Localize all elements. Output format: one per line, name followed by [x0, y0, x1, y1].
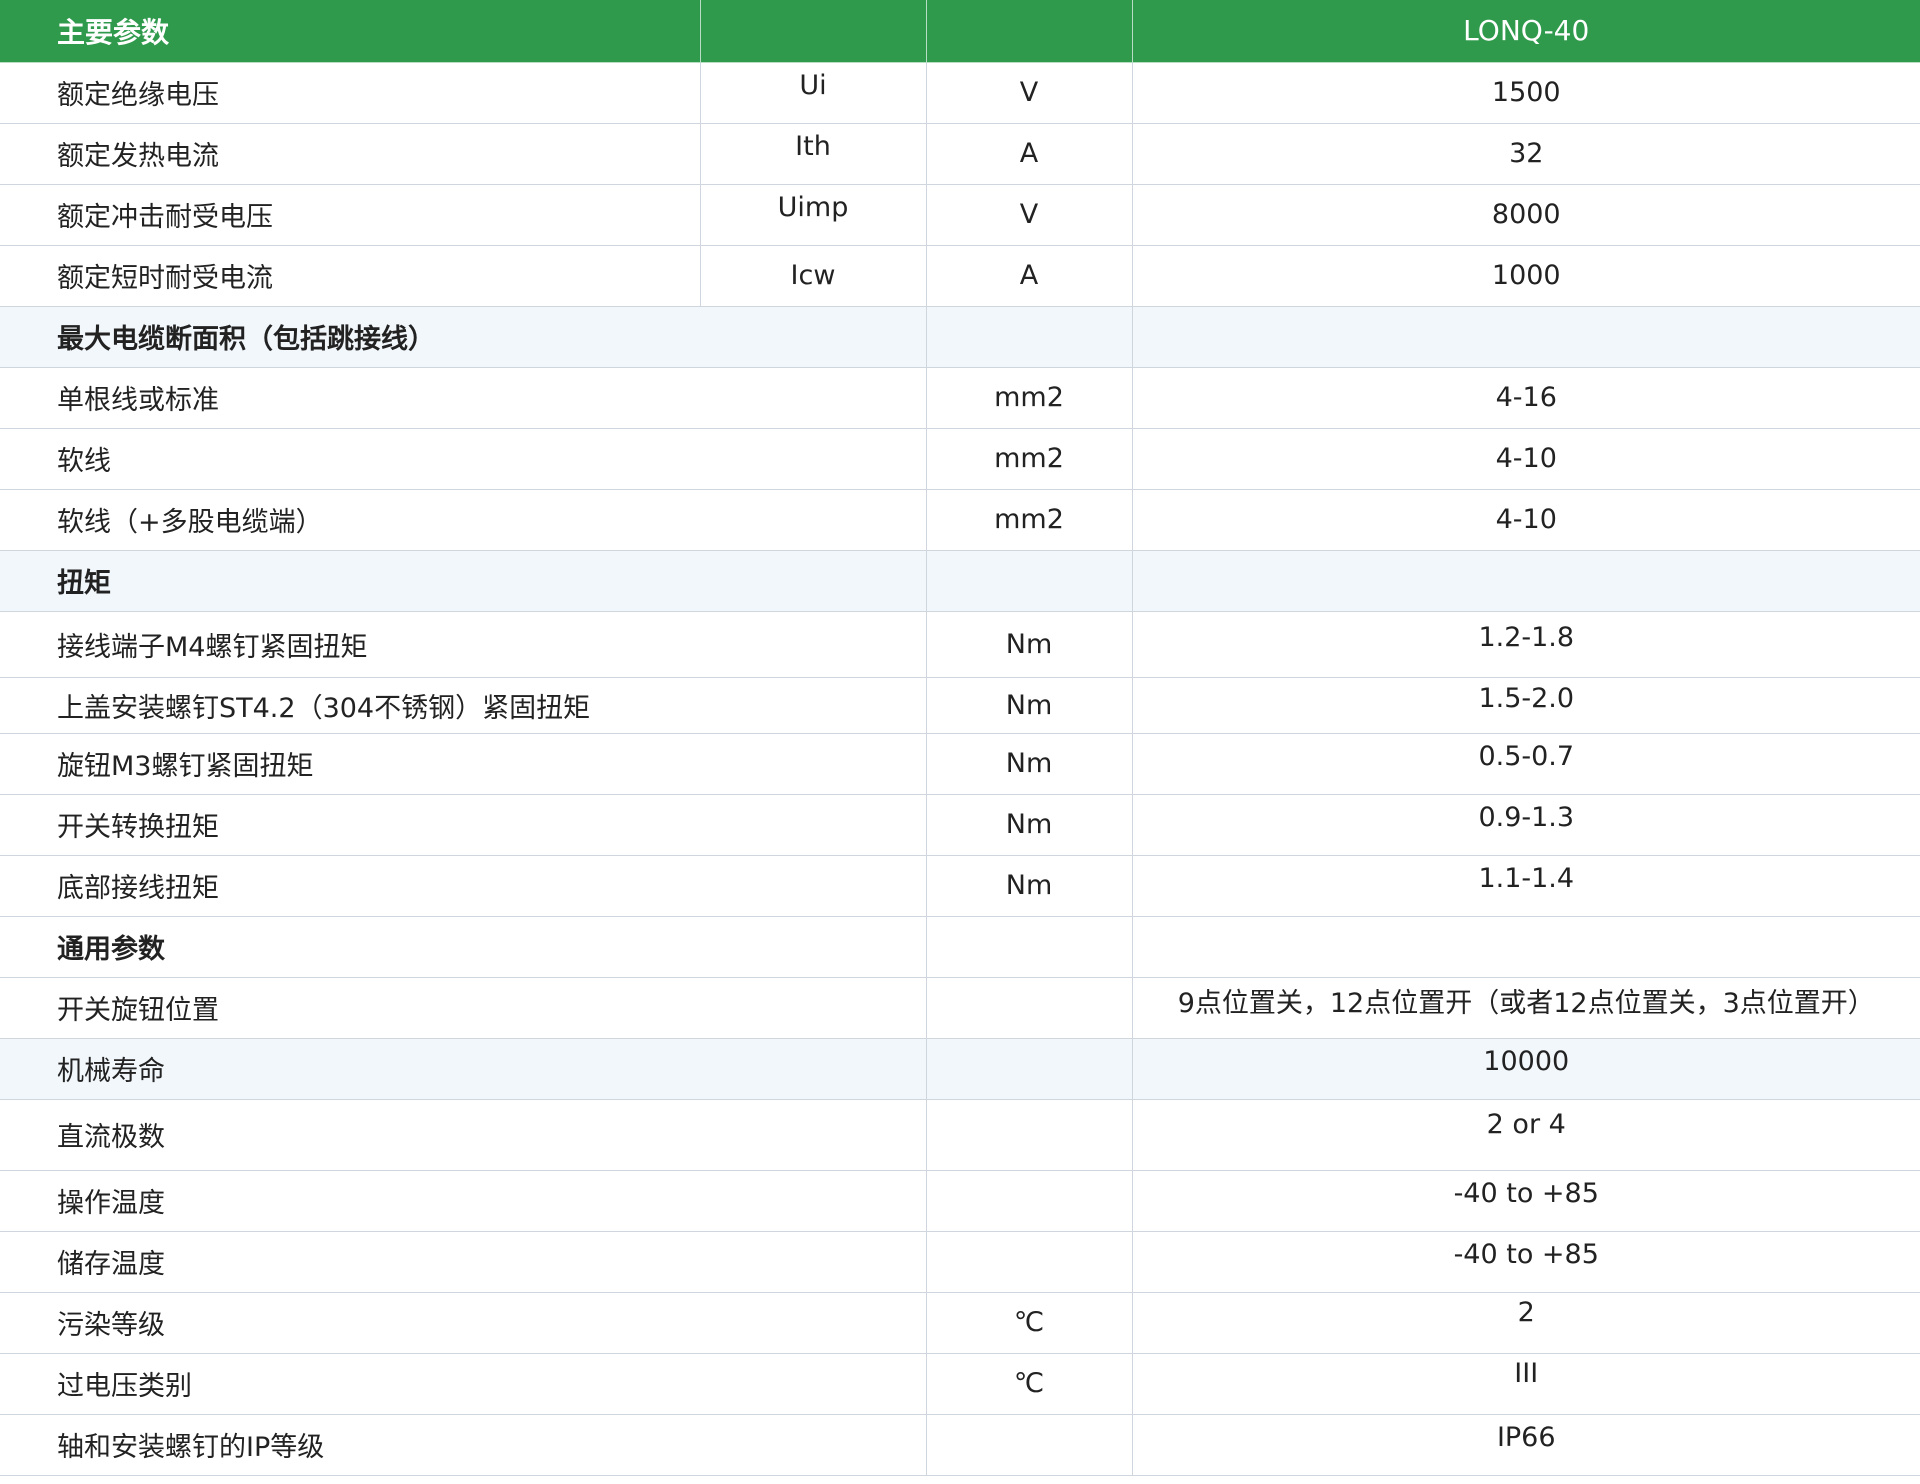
section-title: 最大电缆断面积（包括跳接线）	[0, 306, 927, 368]
param-unit: Nm	[926, 794, 1133, 856]
param-name: 单根线或标准	[0, 367, 927, 429]
param-value: 10000	[1483, 1046, 1570, 1077]
param-value: 0.9-1.3	[1478, 802, 1575, 833]
param-name: 直流极数	[0, 1099, 927, 1171]
param-unit: V	[926, 62, 1133, 124]
param-value: 2	[1517, 1297, 1535, 1328]
param-symbol: Ith	[795, 131, 831, 162]
table-row: 额定绝缘电压 Ui V 1500	[0, 62, 1920, 124]
header-unit-cell	[926, 0, 1133, 63]
param-name: 软线	[0, 428, 927, 490]
param-symbol: Uimp	[777, 192, 849, 223]
param-unit: V	[926, 184, 1133, 246]
table-row: 过电压类别 ℃ III	[0, 1353, 1920, 1415]
header-row: 主要参数 LONQ-40	[0, 0, 1920, 63]
param-unit: Nm	[926, 733, 1133, 795]
param-value: IP66	[1496, 1422, 1556, 1453]
param-unit	[926, 1099, 1133, 1171]
param-name: 额定短时耐受电流	[0, 245, 701, 307]
param-name: 底部接线扭矩	[0, 855, 927, 917]
section-row-cable: 最大电缆断面积（包括跳接线）	[0, 306, 1920, 368]
param-name: 污染等级	[0, 1292, 927, 1354]
table-row: 单根线或标准 mm2 4-16	[0, 367, 1920, 429]
param-value: 2 or 4	[1486, 1109, 1566, 1140]
param-unit	[926, 1414, 1133, 1476]
param-symbol: Ui	[799, 70, 827, 101]
param-name: 轴和安装螺钉的IP等级	[0, 1414, 927, 1476]
param-unit: Nm	[926, 677, 1133, 734]
header-symbol-cell	[700, 0, 927, 63]
param-unit	[926, 1231, 1133, 1293]
table-row: 机械寿命 10000	[0, 1038, 1920, 1100]
param-unit: A	[926, 245, 1133, 307]
table-row: 污染等级 ℃ 2	[0, 1292, 1920, 1354]
param-name: 上盖安装螺钉ST4.2（304不锈钢）紧固扭矩	[0, 677, 927, 734]
section-row-torque: 扭矩	[0, 550, 1920, 612]
param-unit: mm2	[926, 367, 1133, 429]
param-name: 接线端子M4螺钉紧固扭矩	[0, 611, 927, 678]
param-unit	[926, 1038, 1133, 1100]
param-value: 4-10	[1132, 428, 1920, 490]
table-row: 额定短时耐受电流 Icw A 1000	[0, 245, 1920, 307]
param-unit: Nm	[926, 855, 1133, 917]
table-row: 接线端子M4螺钉紧固扭矩 Nm 1.2-1.8	[0, 611, 1920, 678]
param-name: 额定绝缘电压	[0, 62, 701, 124]
param-name: 储存温度	[0, 1231, 927, 1293]
table-row: 上盖安装螺钉ST4.2（304不锈钢）紧固扭矩 Nm 1.5-2.0	[0, 677, 1920, 734]
param-unit: mm2	[926, 428, 1133, 490]
header-param-label: 主要参数	[0, 0, 701, 63]
param-value: 1000	[1132, 245, 1920, 307]
param-name: 旋钮M3螺钉紧固扭矩	[0, 733, 927, 795]
param-name: 操作温度	[0, 1170, 927, 1232]
table-row: 储存温度 -40 to +85	[0, 1231, 1920, 1293]
param-name: 开关旋钮位置	[0, 977, 927, 1039]
table-row: 开关旋钮位置 9点位置关，12点位置开（或者12点位置关，3点位置开）	[0, 977, 1920, 1039]
header-model-label: LONQ-40	[1132, 0, 1920, 63]
param-unit: Nm	[926, 611, 1133, 678]
param-value: 1500	[1132, 62, 1920, 124]
table-row: 轴和安装螺钉的IP等级 IP66	[0, 1414, 1920, 1476]
table-row: 开关转换扭矩 Nm 0.9-1.3	[0, 794, 1920, 856]
param-symbol: Icw	[700, 245, 927, 307]
param-unit: A	[926, 123, 1133, 185]
param-value: 1.1-1.4	[1478, 863, 1575, 894]
table-row: 额定冲击耐受电压 Uimp V 8000	[0, 184, 1920, 246]
param-name: 额定冲击耐受电压	[0, 184, 701, 246]
param-name: 软线（+多股电缆端）	[0, 489, 927, 551]
param-value: 4-16	[1132, 367, 1920, 429]
param-value: 0.5-0.7	[1478, 741, 1575, 772]
table-row: 软线 mm2 4-10	[0, 428, 1920, 490]
table-row: 软线（+多股电缆端） mm2 4-10	[0, 489, 1920, 551]
param-value: 1.5-2.0	[1478, 682, 1575, 714]
section-title: 通用参数	[0, 916, 927, 978]
param-name: 机械寿命	[0, 1038, 927, 1100]
table-row: 额定发热电流 Ith A 32	[0, 123, 1920, 185]
param-value: III	[1514, 1358, 1539, 1389]
section-row-general: 通用参数	[0, 916, 1920, 978]
param-unit: mm2	[926, 489, 1133, 551]
table-row: 旋钮M3螺钉紧固扭矩 Nm 0.5-0.7	[0, 733, 1920, 795]
param-name: 过电压类别	[0, 1353, 927, 1415]
param-unit: ℃	[926, 1353, 1133, 1415]
param-value: 1.2-1.8	[1478, 621, 1575, 653]
param-value: 4-10	[1132, 489, 1920, 551]
table-row: 底部接线扭矩 Nm 1.1-1.4	[0, 855, 1920, 917]
table-row: 直流极数 2 or 4	[0, 1099, 1920, 1171]
param-name: 开关转换扭矩	[0, 794, 927, 856]
param-value: 32	[1132, 123, 1920, 185]
table-row: 操作温度 -40 to +85	[0, 1170, 1920, 1232]
section-title: 扭矩	[0, 550, 927, 612]
spec-table: 主要参数 LONQ-40 额定绝缘电压 Ui V 1500 额定发热电流 Ith…	[0, 0, 1920, 1476]
param-value: 8000	[1132, 184, 1920, 246]
param-unit	[926, 977, 1133, 1039]
param-value: -40 to +85	[1453, 1239, 1599, 1270]
param-name: 额定发热电流	[0, 123, 701, 185]
param-value: 9点位置关，12点位置开（或者12点位置关，3点位置开）	[1177, 988, 1875, 1019]
param-value: -40 to +85	[1453, 1178, 1599, 1209]
param-unit	[926, 1170, 1133, 1232]
param-unit: ℃	[926, 1292, 1133, 1354]
